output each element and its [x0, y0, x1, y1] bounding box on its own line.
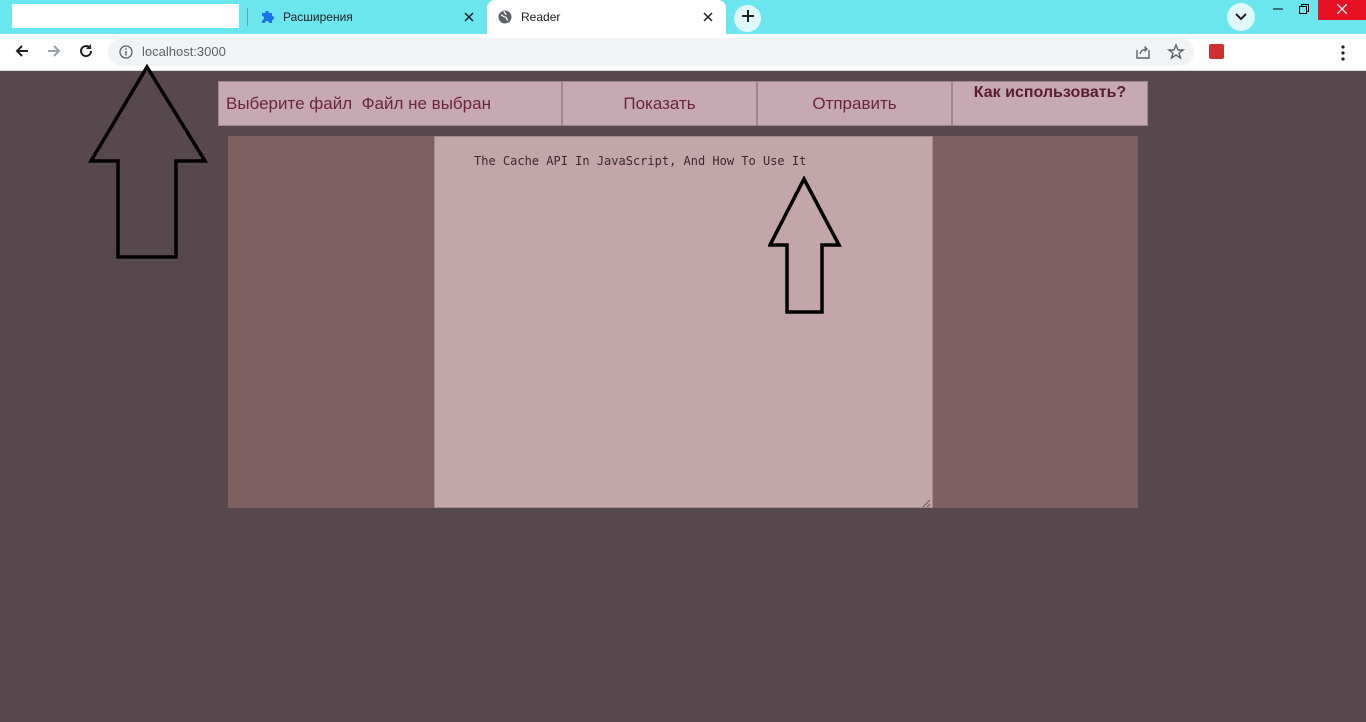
- info-icon[interactable]: [118, 44, 134, 60]
- text-editor[interactable]: The Cache API In JavaScript, And How To …: [434, 136, 933, 508]
- close-icon: [1336, 1, 1348, 19]
- blank-tab[interactable]: [12, 4, 239, 28]
- reload-icon: [78, 43, 94, 64]
- arrow-left-icon: [14, 43, 30, 64]
- restore-icon: [1299, 1, 1309, 19]
- url-text[interactable]: localhost:3000: [142, 38, 226, 66]
- resize-handle-icon[interactable]: [922, 497, 931, 508]
- choose-file-button[interactable]: Выберите файл: [226, 94, 352, 114]
- control-bar: Выберите файл Файл не выбран Показать От…: [218, 81, 1148, 126]
- share-icon[interactable]: [1135, 44, 1151, 60]
- how-to-use-button[interactable]: Как использовать?: [952, 81, 1148, 126]
- close-icon[interactable]: [461, 9, 477, 25]
- puzzle-icon: [259, 9, 275, 25]
- tab-separator: [247, 8, 248, 26]
- chevron-down-icon: [1235, 8, 1247, 26]
- globe-icon: [497, 9, 513, 25]
- address-bar[interactable]: localhost:3000: [108, 38, 1194, 66]
- tab-search-button[interactable]: [1227, 3, 1255, 31]
- close-window-button[interactable]: [1318, 0, 1366, 20]
- back-button[interactable]: [8, 39, 36, 67]
- close-icon[interactable]: [700, 9, 716, 25]
- restore-button[interactable]: [1291, 0, 1317, 20]
- editor-text[interactable]: The Cache API In JavaScript, And How To …: [474, 154, 806, 168]
- tab-title: Reader: [521, 10, 561, 24]
- file-status: Файл не выбран: [361, 93, 491, 113]
- new-tab-button[interactable]: [734, 5, 761, 32]
- arrow-up-icon: [88, 64, 208, 259]
- reader-panel: The Cache API In JavaScript, And How To …: [228, 136, 1138, 508]
- tab-title: Расширения: [283, 10, 353, 24]
- tab-strip: Расширения Reader: [0, 0, 1366, 34]
- file-input[interactable]: Выберите файл Файл не выбран: [218, 81, 562, 126]
- tab-extensions[interactable]: Расширения: [249, 0, 487, 34]
- star-icon[interactable]: [1166, 43, 1186, 61]
- forward-button[interactable]: [40, 39, 68, 67]
- reload-button[interactable]: [72, 39, 100, 67]
- extension-icon[interactable]: [1209, 44, 1224, 59]
- plus-icon: [741, 9, 755, 28]
- show-button[interactable]: Показать: [562, 81, 757, 126]
- arrow-right-icon: [46, 43, 62, 64]
- arrow-up-icon: [768, 176, 842, 314]
- send-button[interactable]: Отправить: [757, 81, 952, 126]
- more-menu-icon[interactable]: [1335, 41, 1351, 65]
- minimize-button[interactable]: [1265, 0, 1291, 20]
- minimize-icon: [1273, 1, 1283, 19]
- tab-reader[interactable]: Reader: [487, 0, 726, 34]
